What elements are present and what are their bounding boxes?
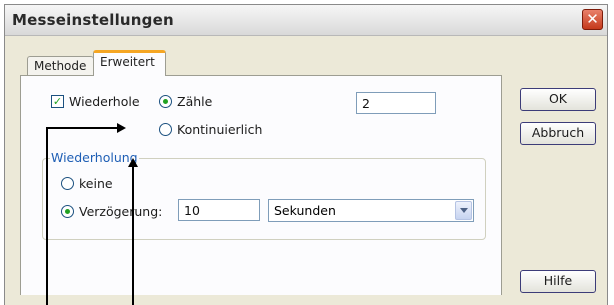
repetition-group-title: Wiederholung: [50, 150, 139, 165]
delay-radio[interactable]: [61, 205, 74, 218]
count-input[interactable]: 2: [356, 92, 436, 114]
count-label: Zähle: [177, 94, 213, 109]
close-button[interactable]: ✕: [582, 9, 603, 30]
repeat-label: Wiederhole: [69, 94, 140, 109]
arrow-up-icon: [128, 158, 138, 167]
annotation-line-right: [132, 166, 134, 305]
window-title: Messeinstellungen: [12, 11, 174, 29]
arrow-right-icon: [117, 123, 126, 133]
tab-methode-label: Methode: [34, 59, 87, 73]
none-radio[interactable]: [61, 177, 74, 190]
annotation-line-top: [46, 127, 118, 129]
tab-erweitert[interactable]: Erweitert: [93, 50, 166, 76]
continuous-radio[interactable]: [159, 123, 172, 136]
delay-label: Verzögerung:: [79, 204, 163, 219]
annotation-line-left: [46, 127, 48, 305]
chevron-down-icon[interactable]: [455, 201, 472, 220]
delay-input[interactable]: 10: [178, 199, 260, 221]
none-label: keine: [79, 176, 113, 191]
unit-select[interactable]: Sekunden: [268, 199, 474, 222]
tab-erweitert-label: Erweitert: [100, 55, 155, 69]
continuous-label: Kontinuierlich: [177, 122, 263, 137]
close-icon: ✕: [586, 10, 599, 28]
cancel-button[interactable]: Abbruch: [520, 122, 596, 145]
title-bar[interactable]: Messeinstellungen ✕: [5, 5, 607, 36]
help-button[interactable]: Hilfe: [520, 270, 596, 293]
count-radio[interactable]: [159, 95, 172, 108]
checkmark-icon: ✓: [52, 95, 63, 108]
ok-button[interactable]: OK: [520, 88, 596, 111]
unit-select-value: Sekunden: [274, 203, 336, 218]
repeat-checkbox[interactable]: ✓: [51, 95, 64, 108]
tab-methode[interactable]: Methode: [27, 56, 94, 76]
